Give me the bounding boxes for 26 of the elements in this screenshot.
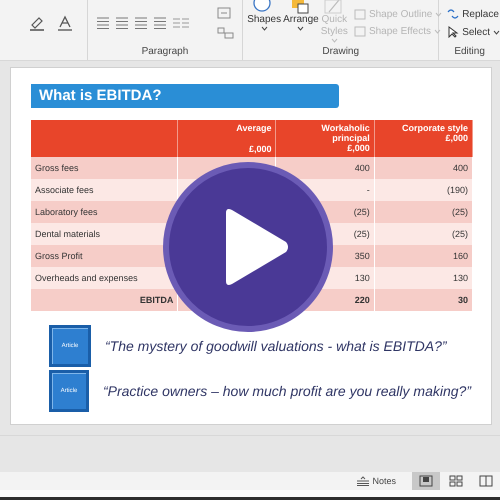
ribbon-button[interactable]: Shapes <box>247 0 282 31</box>
header-cell: Average £,000 <box>178 120 276 157</box>
table-cell: 130 <box>374 267 472 289</box>
slide-title: What is EBITDA? <box>31 84 339 108</box>
article-title: “Practice owners – how much profit are you really making?” <box>102 383 471 399</box>
table-cell: Gross fees <box>31 157 178 179</box>
table-cell: (190) <box>374 179 472 201</box>
table-cell: EBITDA <box>31 289 178 311</box>
table-cell: 160 <box>374 245 472 267</box>
header-cell: Workaholic principal £,000 <box>276 120 374 157</box>
ribbon-button[interactable]: Select <box>447 26 500 38</box>
table-cell: (25) <box>374 223 472 245</box>
notes-button[interactable]: Notes <box>356 472 396 490</box>
table-cell: 30 <box>374 289 472 311</box>
article-title: “The mystery of goodwill valuations - what is EBITDA?” <box>105 338 447 354</box>
ribbon-button[interactable]: Arrange <box>283 0 319 31</box>
group-label: Paragraph <box>140 46 190 59</box>
table-cell: 400 <box>276 157 374 179</box>
table-cell: 400 <box>374 157 472 179</box>
table-cell: Laboratory fees <box>31 201 178 223</box>
table-cell: Associate fees <box>31 179 178 201</box>
ribbon-button[interactable]: Replace <box>447 8 499 20</box>
group-label: Editing <box>453 46 486 59</box>
header-cell: Corporate style £,000 <box>374 120 472 157</box>
group-label: Drawing <box>321 46 360 59</box>
table-cell: (25) <box>374 201 472 223</box>
